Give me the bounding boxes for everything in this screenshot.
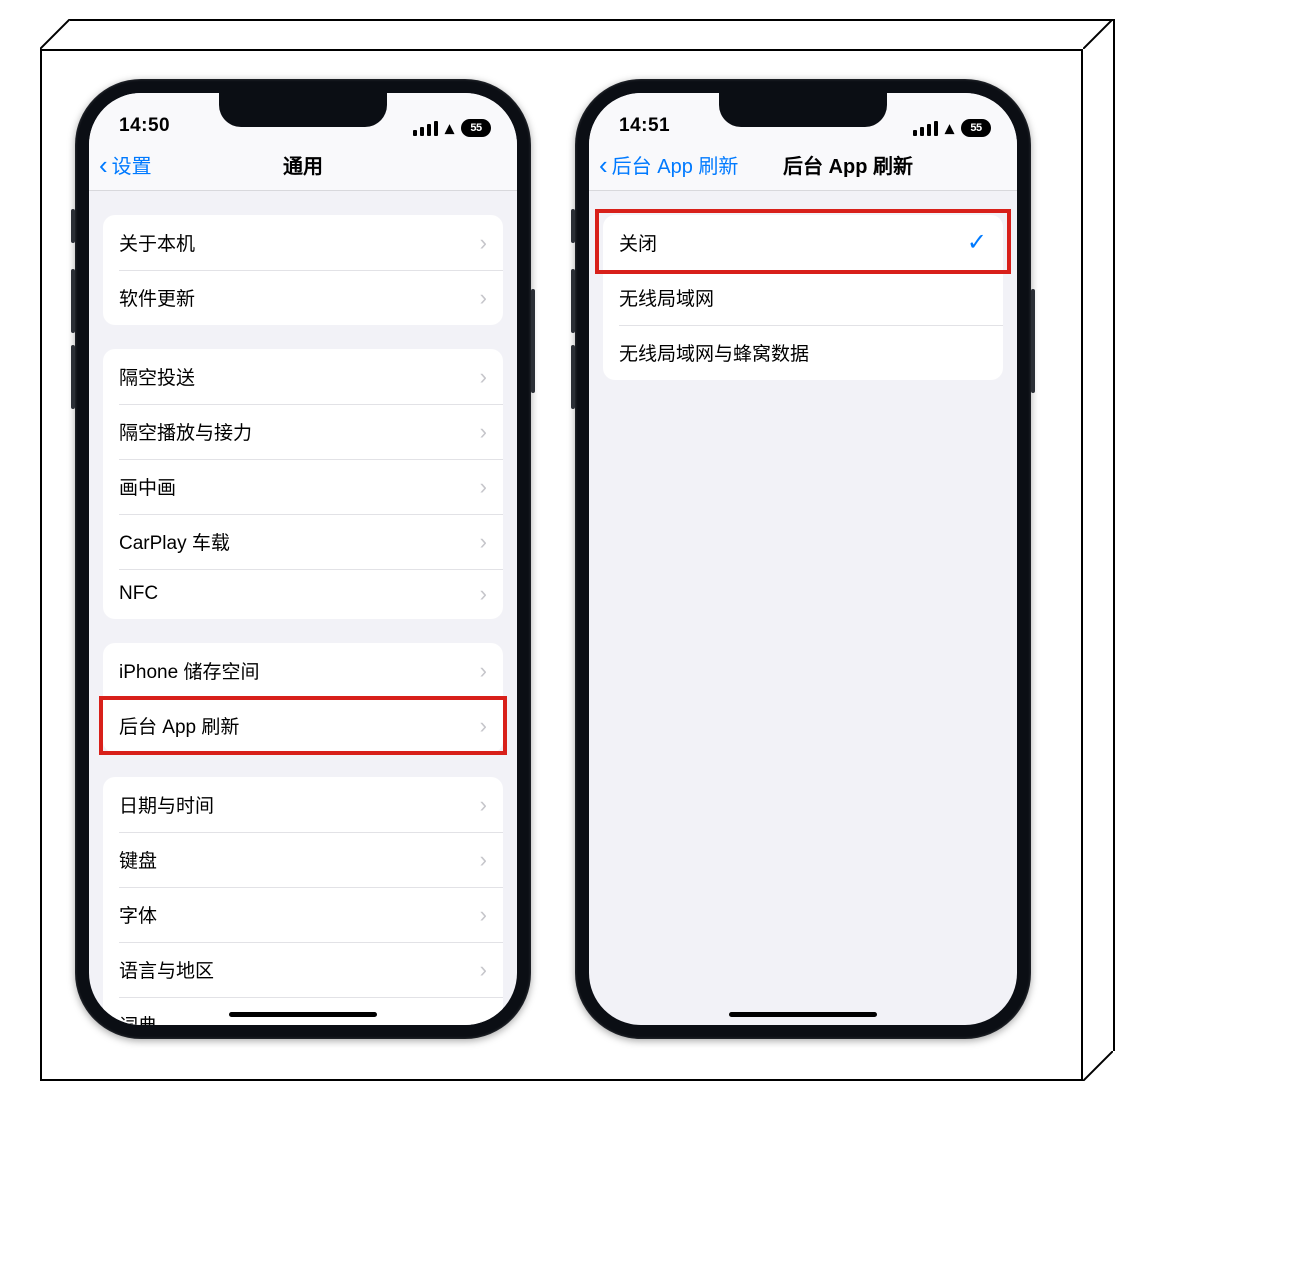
row-airdrop[interactable]: 隔空投送 › <box>103 349 503 404</box>
volume-down-button <box>71 345 75 409</box>
row-pip[interactable]: 画中画 › <box>103 459 503 514</box>
chevron-right-icon: › <box>480 287 487 309</box>
wifi-icon: ▴ <box>945 119 954 137</box>
content-area[interactable]: 关闭 ✓ 无线局域网无线局域网与蜂窝数据 <box>589 191 1017 1025</box>
content-area[interactable]: 关于本机›软件更新›隔空投送›隔空播放与接力›画中画›CarPlay 车载›NF… <box>89 191 517 1025</box>
row-label: 日期与时间 <box>119 791 214 818</box>
row-keyboard[interactable]: 键盘 › <box>103 832 503 887</box>
chevron-right-icon: › <box>480 715 487 737</box>
row-label: 键盘 <box>119 846 157 873</box>
chevron-left-icon: ‹ <box>599 152 608 178</box>
volume-down-button <box>571 345 575 409</box>
options-group: 关闭 ✓ 无线局域网无线局域网与蜂窝数据 <box>603 215 1003 380</box>
row-label: NFC <box>119 583 158 605</box>
page-title: 后台 App 刷新 <box>783 150 913 179</box>
chevron-right-icon: › <box>480 583 487 605</box>
nav-bar: ‹ 后台 App 刷新 后台 App 刷新 <box>589 139 1017 191</box>
chevron-right-icon: › <box>480 904 487 926</box>
phone-mockup-left: 14:50 ▴ 55 ‹ 设置 通用 关于本机›软件更新›隔空投送›隔空播放与接… <box>75 79 531 1039</box>
row-date-time[interactable]: 日期与时间 › <box>103 777 503 832</box>
mute-switch <box>571 209 575 243</box>
option-label: 无线局域网 <box>619 284 714 311</box>
status-time: 14:50 <box>119 115 170 137</box>
option-label: 关闭 <box>619 229 657 256</box>
chevron-right-icon: › <box>480 421 487 443</box>
checkmark-icon: ✓ <box>967 231 987 255</box>
notch <box>219 93 387 127</box>
phone-mockup-right: 14:51 ▴ 55 ‹ 后台 App 刷新 后台 App 刷新 关闭 ✓ 无线局域… <box>575 79 1031 1039</box>
notch <box>719 93 887 127</box>
home-indicator[interactable] <box>229 1012 377 1017</box>
back-label: 设置 <box>112 150 152 179</box>
mute-switch <box>71 209 75 243</box>
settings-group: 日期与时间 › 键盘 › 字体 › 语言与地区 › 词典 › <box>103 777 503 1025</box>
row-label: 字体 <box>119 901 157 928</box>
chevron-right-icon: › <box>480 849 487 871</box>
power-button <box>531 289 535 393</box>
chevron-right-icon: › <box>480 660 487 682</box>
row-label: 语言与地区 <box>119 956 214 983</box>
battery-icon: 55 <box>961 119 991 137</box>
frame-diag-top-right <box>1083 19 1113 49</box>
row-label: 词典 <box>119 1011 157 1025</box>
row-label: 画中画 <box>119 473 176 500</box>
chevron-right-icon: › <box>480 959 487 981</box>
frame-back-right-edge <box>1113 19 1115 1051</box>
settings-group: 隔空投送 › 隔空播放与接力 › 画中画 › CarPlay 车载 › NFC › <box>103 349 503 619</box>
option-wifi[interactable]: 无线局域网 <box>603 270 1003 325</box>
frame-diag-top-left <box>40 19 70 49</box>
chevron-right-icon: › <box>480 366 487 388</box>
chevron-right-icon: › <box>480 531 487 553</box>
row-label: 隔空播放与接力 <box>119 418 252 445</box>
nav-bar: ‹ 设置 通用 <box>89 139 517 191</box>
chevron-left-icon: ‹ <box>99 152 108 178</box>
status-time: 14:51 <box>619 115 670 137</box>
cellular-signal-icon <box>413 121 438 136</box>
back-button[interactable]: ‹ 后台 App 刷新 <box>599 139 738 190</box>
power-button <box>1031 289 1035 393</box>
volume-up-button <box>71 269 75 333</box>
settings-group: 关于本机 › 软件更新 › <box>103 215 503 325</box>
option-off[interactable]: 关闭 ✓ <box>603 215 1003 270</box>
back-label: 后台 App 刷新 <box>612 150 739 179</box>
option-wifi-cellular[interactable]: 无线局域网与蜂窝数据 <box>603 325 1003 380</box>
screen-left: 14:50 ▴ 55 ‹ 设置 通用 关于本机›软件更新›隔空投送›隔空播放与接… <box>89 93 517 1025</box>
row-carplay[interactable]: CarPlay 车载 › <box>103 514 503 569</box>
row-nfc[interactable]: NFC › <box>103 569 503 619</box>
row-background-app-refresh[interactable]: 后台 App 刷新 › <box>103 698 503 753</box>
row-language-region[interactable]: 语言与地区 › <box>103 942 503 997</box>
settings-group: iPhone 储存空间 › 后台 App 刷新 › <box>103 643 503 753</box>
row-about[interactable]: 关于本机 › <box>103 215 503 270</box>
row-label: iPhone 储存空间 <box>119 657 259 684</box>
page-title: 通用 <box>283 150 323 179</box>
row-software-update[interactable]: 软件更新 › <box>103 270 503 325</box>
row-iphone-storage[interactable]: iPhone 储存空间 › <box>103 643 503 698</box>
frame-diag-bottom-right <box>1083 1051 1113 1081</box>
screen-right: 14:51 ▴ 55 ‹ 后台 App 刷新 后台 App 刷新 关闭 ✓ 无线局域… <box>589 93 1017 1025</box>
row-label: CarPlay 车载 <box>119 528 230 555</box>
cellular-signal-icon <box>913 121 938 136</box>
status-icons: ▴ 55 <box>913 119 991 137</box>
home-indicator[interactable] <box>729 1012 877 1017</box>
status-icons: ▴ 55 <box>413 119 491 137</box>
chevron-right-icon: › <box>480 794 487 816</box>
volume-up-button <box>571 269 575 333</box>
row-dictionary[interactable]: 词典 › <box>103 997 503 1025</box>
wifi-icon: ▴ <box>445 119 454 137</box>
row-label: 软件更新 <box>119 284 195 311</box>
row-fonts[interactable]: 字体 › <box>103 887 503 942</box>
row-airplay-handoff[interactable]: 隔空播放与接力 › <box>103 404 503 459</box>
chevron-right-icon: › <box>480 232 487 254</box>
back-button[interactable]: ‹ 设置 <box>99 139 152 190</box>
row-label: 关于本机 <box>119 229 195 256</box>
battery-icon: 55 <box>461 119 491 137</box>
row-label: 后台 App 刷新 <box>119 712 239 739</box>
chevron-right-icon: › <box>480 1014 487 1026</box>
frame-back-top-edge <box>70 19 1113 21</box>
option-label: 无线局域网与蜂窝数据 <box>619 339 809 366</box>
chevron-right-icon: › <box>480 476 487 498</box>
row-label: 隔空投送 <box>119 363 195 390</box>
